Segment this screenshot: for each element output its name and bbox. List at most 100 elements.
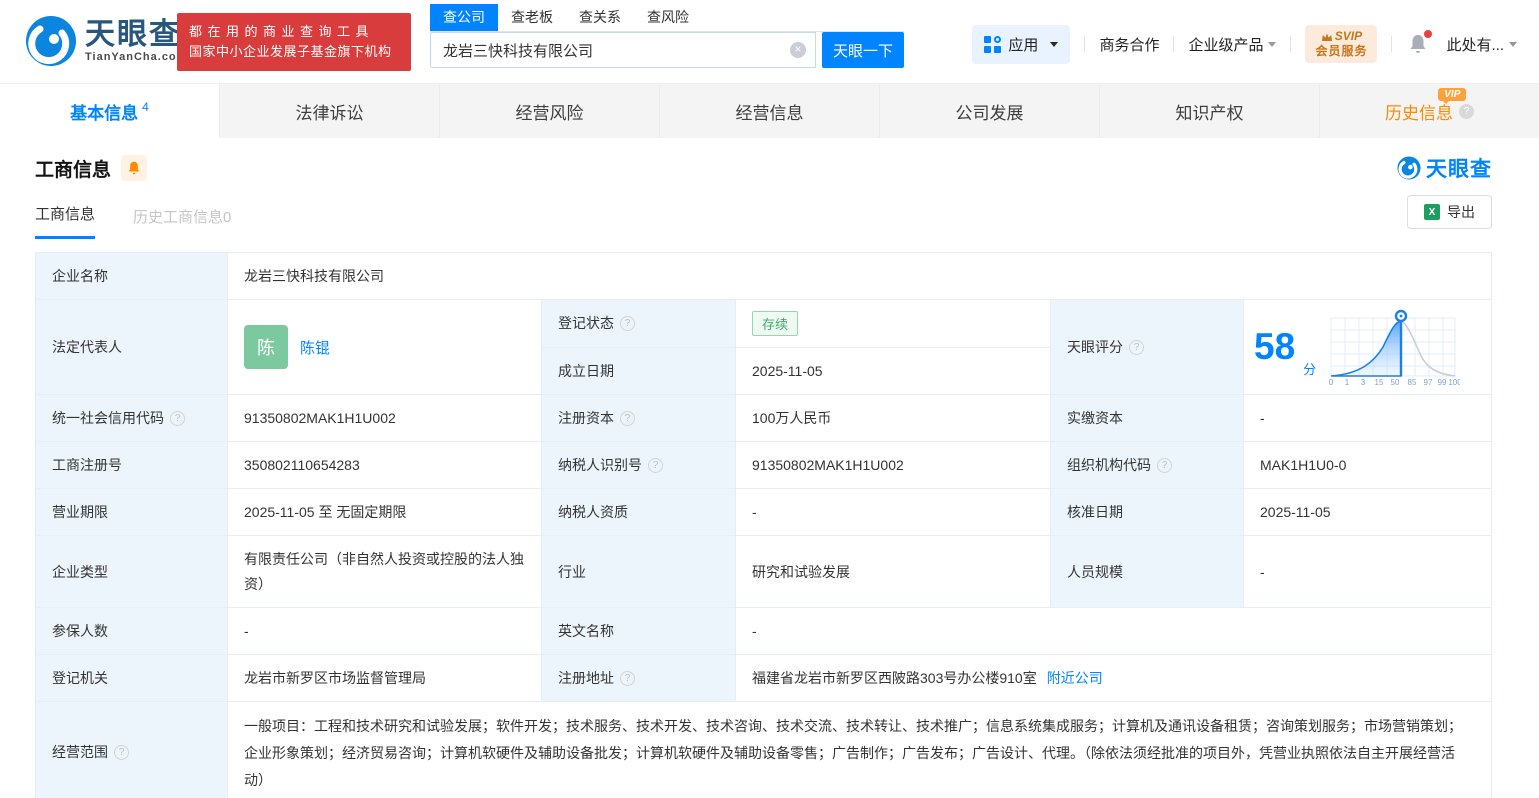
help-icon[interactable]: ? [1157, 457, 1172, 473]
svg-text:0: 0 [1329, 378, 1334, 386]
section-title: 工商信息 [35, 159, 112, 181]
business-term-value: 2025-11-05 至 无固定期限 [228, 489, 542, 535]
subtab-history-business-info[interactable]: 历史工商信息0 [133, 206, 231, 239]
reg-number-value: 350802110654283 [228, 442, 542, 488]
help-icon[interactable]: ? [1129, 339, 1144, 355]
paid-capital-value: - [1260, 410, 1265, 426]
tab-legal-litigation[interactable]: 法律诉讼 [219, 84, 439, 138]
user-menu[interactable]: 此处有... [1446, 34, 1517, 55]
paid-capital-label: 实缴资本 [1051, 395, 1244, 441]
promo-banner: 都在用的商业查询工具 国家中小企业发展子基金旗下机构 [177, 13, 411, 71]
export-button[interactable]: X 导出 [1407, 195, 1492, 229]
staff-size-value: - [1260, 563, 1265, 580]
legal-rep-name-link[interactable]: 陈锟 [300, 337, 330, 358]
help-icon[interactable]: ? [648, 457, 663, 473]
legal-rep-label: 法定代表人 [36, 300, 228, 394]
svg-text:50: 50 [1391, 378, 1400, 386]
tianyan-score-label: 天眼评分 [1067, 339, 1123, 355]
insured-count-value: - [228, 608, 542, 654]
enterprise-products-link[interactable]: 企业级产品 [1188, 34, 1277, 55]
approval-date-label: 核准日期 [1051, 489, 1244, 535]
notification-dot [1424, 30, 1433, 38]
svg-text:15: 15 [1375, 378, 1384, 386]
clear-search-icon[interactable]: × [790, 42, 806, 58]
help-icon[interactable]: ? [620, 670, 635, 686]
table-row: 企业名称 龙岩三快科技有限公司 [36, 253, 1491, 300]
tab-intellectual-property[interactable]: 知识产权 [1099, 84, 1319, 138]
apps-menu-button[interactable]: 应用 [972, 24, 1071, 64]
table-row: 法定代表人 陈 陈锟 登记状态 ? 存续 成立日期 2025-11-05 天眼评… [36, 300, 1491, 395]
help-icon[interactable]: ? [114, 744, 129, 760]
monitor-bell-icon[interactable] [121, 155, 148, 181]
company-type-value: 有限责任公司（非自然人投资或控股的法人独资） [228, 536, 542, 607]
brand-domain: TianYanCha.com [85, 51, 188, 63]
notifications-bell-icon[interactable] [1408, 30, 1433, 55]
user-name: 此处有... [1446, 36, 1504, 54]
header-right-nav: 应用 商务合作 企业级产品 SVIP 会员服务 此处有... [972, 22, 1517, 66]
svg-text:97: 97 [1424, 378, 1433, 386]
industry-value: 研究和试验发展 [736, 536, 1051, 607]
taxpayer-quality-label: 纳税人资质 [542, 489, 736, 535]
company-nav-tabs: 基本信息 4 法律诉讼 经营风险 经营信息 公司发展 知识产权 VIP 历史信息… [0, 84, 1539, 138]
reg-authority-value: 龙岩市新罗区市场监督管理局 [228, 655, 542, 701]
legal-rep-avatar[interactable]: 陈 [244, 325, 288, 369]
svg-text:100: 100 [1448, 378, 1460, 386]
member-service-label: 会员服务 [1315, 44, 1368, 58]
apps-label: 应用 [1008, 36, 1039, 54]
tab-company-development[interactable]: 公司发展 [879, 84, 1099, 138]
search-tab-risk[interactable]: 查风险 [634, 4, 702, 31]
apps-grid-icon [984, 35, 1002, 53]
banner-line2: 国家中小企业发展子基金旗下机构 [189, 44, 392, 59]
tab-operation-info[interactable]: 经营信息 [659, 84, 879, 138]
chevron-down-icon [1050, 41, 1059, 47]
score-distribution-chart: 0 1 3 15 50 85 97 99 100 [1329, 309, 1460, 386]
help-icon[interactable]: ? [620, 315, 635, 331]
subtab-business-info[interactable]: 工商信息 [35, 203, 96, 239]
search-input[interactable] [430, 32, 816, 68]
help-icon[interactable]: ? [1459, 103, 1474, 119]
business-info-table: 企业名称 龙岩三快科技有限公司 法定代表人 陈 陈锟 登记状态 ? 存续 成立日… [35, 252, 1492, 798]
help-icon[interactable]: ? [620, 410, 635, 426]
establish-date-label: 成立日期 [558, 362, 614, 379]
company-name-value: 龙岩三快科技有限公司 [244, 268, 384, 284]
brand-name: 天眼查 [85, 18, 181, 51]
table-row: 营业期限 2025-11-05 至 无固定期限 纳税人资质 - 核准日期 202… [36, 489, 1491, 536]
table-row: 工商注册号 350802110654283 纳税人识别号 ? 91350802M… [36, 442, 1491, 489]
staff-size-label: 人员规模 [1051, 536, 1244, 607]
credit-code-value: 91350802MAK1H1U002 [228, 395, 542, 441]
search-tab-relation[interactable]: 查关系 [566, 4, 634, 31]
reg-address-label: 注册地址 [558, 670, 614, 686]
tab-operation-risk[interactable]: 经营风险 [439, 84, 659, 138]
tab-history-info[interactable]: VIP 历史信息 ? [1319, 84, 1539, 138]
svg-text:3: 3 [1361, 378, 1366, 386]
tab-basic-info[interactable]: 基本信息 4 [0, 84, 219, 138]
search-button[interactable]: 天眼一下 [822, 32, 904, 68]
search-tab-boss[interactable]: 查老板 [498, 4, 566, 31]
status-badge: 存续 [752, 310, 799, 336]
search-tabs: 查公司 查老板 查关系 查风险 [430, 4, 904, 32]
business-cooperation-link[interactable]: 商务合作 [1099, 34, 1159, 55]
svip-label: SVIP [1334, 29, 1363, 43]
svg-text:99: 99 [1438, 378, 1447, 386]
score-unit: 分 [1303, 362, 1317, 377]
table-row: 统一社会信用代码 ? 91350802MAK1H1U002 注册资本 ? 100… [36, 395, 1491, 442]
establish-date-value: 2025-11-05 [752, 362, 823, 379]
chevron-down-icon [1268, 41, 1277, 47]
main-content: 工商信息 天眼查 工商信息 历史工商信息0 X 导出 企业名称 龙岩三快科技有限… [0, 138, 1539, 798]
company-name-label: 企业名称 [36, 253, 228, 299]
nearby-companies-link[interactable]: 附近公司 [1047, 668, 1103, 688]
excel-icon: X [1424, 204, 1440, 220]
search-tab-company[interactable]: 查公司 [430, 4, 498, 31]
svip-member-badge[interactable]: SVIP 会员服务 [1305, 25, 1378, 63]
crown-icon [1321, 33, 1332, 41]
banner-line1: 都在用的商业查询工具 [189, 24, 375, 39]
help-icon[interactable]: ? [170, 410, 185, 426]
reg-capital-label: 注册资本 [558, 410, 614, 426]
tianyancha-swirl-icon [26, 16, 76, 66]
company-type-label: 企业类型 [36, 536, 228, 607]
tianyancha-watermark: 天眼查 [1397, 153, 1492, 183]
tianyan-score-cell[interactable]: 58 分 0 1 3 15 50 85 97 99 100 [1244, 300, 1491, 394]
reg-number-label: 工商注册号 [36, 442, 228, 488]
taxpayer-quality-value: - [736, 489, 1051, 535]
tianyancha-logo[interactable]: 天眼查 TianYanCha.com [25, 15, 187, 67]
